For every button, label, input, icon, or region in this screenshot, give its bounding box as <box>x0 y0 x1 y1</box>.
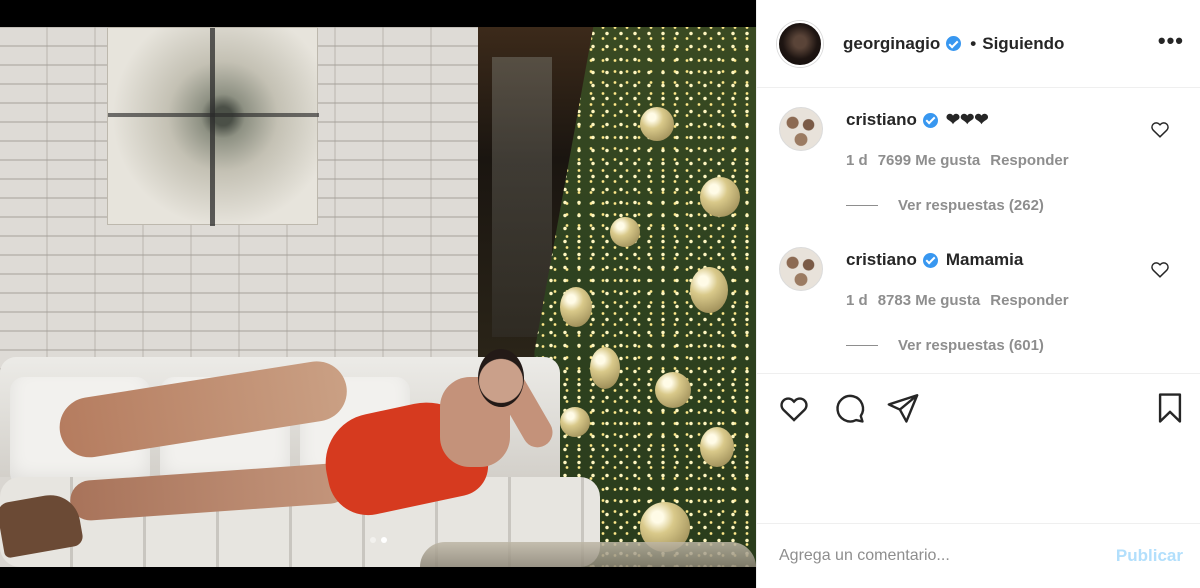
photo-ornament <box>700 177 740 217</box>
verified-badge-icon <box>946 36 962 51</box>
comment-input[interactable] <box>779 547 1116 565</box>
verified-badge-icon <box>922 112 938 128</box>
comment-line: cristiano ❤❤❤ <box>846 110 989 130</box>
reply-button[interactable]: Responder <box>990 292 1068 309</box>
bookmark-icon[interactable] <box>1153 391 1187 425</box>
view-replies-label: Ver respuestas (262) <box>898 197 1044 214</box>
comment-meta: 1 d 8783 Me gusta Responder <box>846 292 1069 309</box>
photo-ornament <box>690 267 728 313</box>
comment-age: 1 d <box>846 152 868 169</box>
comment-like-heart-icon[interactable] <box>1149 118 1171 140</box>
add-comment-bar: Publicar <box>757 523 1200 588</box>
commenter-username[interactable]: cristiano <box>846 110 917 130</box>
comments-list: cristiano ❤❤❤ 1 d 7699 Me gusta Responde… <box>757 88 1200 368</box>
photo-ornament <box>655 372 691 408</box>
carousel-dot <box>369 537 376 543</box>
comment-text: ❤❤❤ <box>945 110 989 129</box>
photo-ornament <box>560 287 592 327</box>
post-photo[interactable] <box>0 27 756 567</box>
paper-plane-icon[interactable] <box>886 391 920 425</box>
post-media-panel <box>0 0 756 588</box>
publish-button[interactable]: Publicar <box>1116 546 1183 566</box>
photo-ornament <box>700 427 734 467</box>
comment-age: 1 d <box>846 292 868 309</box>
author-avatar[interactable] <box>777 20 823 67</box>
commenter-avatar[interactable] <box>779 107 823 151</box>
carousel-indicator <box>0 537 756 543</box>
comment-bubble-icon[interactable] <box>832 391 866 425</box>
photo-ornament <box>610 217 640 247</box>
photo-wall-painting <box>107 27 319 226</box>
photo-table <box>420 542 756 567</box>
comment-meta: 1 d 7699 Me gusta Responder <box>846 152 1069 169</box>
view-replies-button[interactable]: Ver respuestas (262) <box>846 197 1044 214</box>
comment-item: cristiano Mamamia 1 d 8783 Me gusta Resp… <box>757 228 1200 368</box>
commenter-avatar[interactable] <box>779 247 823 291</box>
reply-button[interactable]: Responder <box>990 152 1068 169</box>
comment-text: Mamamia <box>945 250 1024 269</box>
commenter-username[interactable]: cristiano <box>846 250 917 270</box>
post-actions-bar <box>757 373 1200 441</box>
post-header: georginagio • Siguiendo ••• <box>757 0 1200 88</box>
author-info: georginagio • Siguiendo <box>843 34 1064 54</box>
replies-dash <box>846 205 878 206</box>
author-username[interactable]: georginagio <box>843 34 940 54</box>
comment-like-count[interactable]: 8783 Me gusta <box>878 292 981 309</box>
photo-ornament <box>640 107 674 141</box>
following-button[interactable]: Siguiendo <box>982 34 1064 54</box>
more-options-icon[interactable]: ••• <box>1158 30 1184 52</box>
header-separator: • <box>970 33 977 53</box>
view-replies-label: Ver respuestas (601) <box>898 337 1044 354</box>
post-sidebar: georginagio • Siguiendo ••• cristiano ❤❤… <box>756 0 1200 588</box>
comment-like-heart-icon[interactable] <box>1149 258 1171 280</box>
view-replies-button[interactable]: Ver respuestas (601) <box>846 337 1044 354</box>
comment-like-count[interactable]: 7699 Me gusta <box>878 152 981 169</box>
verified-badge-icon <box>922 252 938 268</box>
photo-person-head <box>478 349 524 407</box>
heart-icon[interactable] <box>777 391 811 425</box>
comment-line: cristiano Mamamia <box>846 250 1023 270</box>
carousel-dot-active <box>380 537 387 543</box>
replies-dash <box>846 345 878 346</box>
comment-item: cristiano ❤❤❤ 1 d 7699 Me gusta Responde… <box>757 88 1200 228</box>
